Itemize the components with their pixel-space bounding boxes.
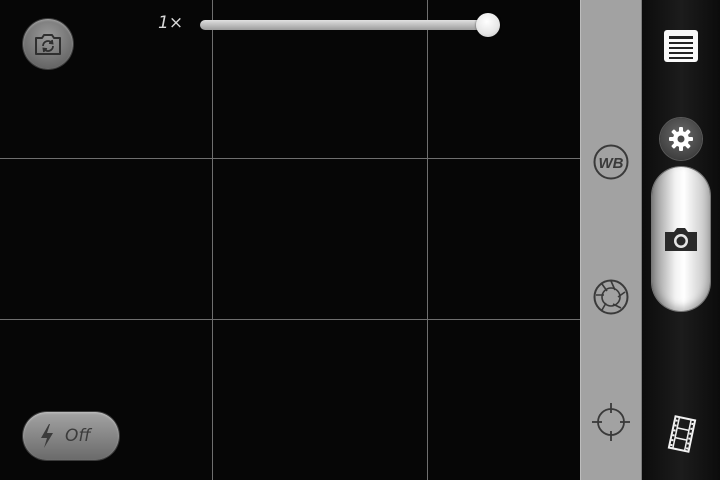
camera-viewfinder[interactable]: 1× Off [0, 0, 580, 480]
zoom-slider-thumb[interactable] [476, 13, 500, 37]
film-strip-icon [667, 415, 697, 453]
white-balance-icon: WB [593, 144, 629, 180]
gear-icon [669, 127, 693, 151]
flip-camera-button[interactable] [23, 19, 73, 69]
grid-line [212, 0, 213, 480]
zoom-slider-track[interactable] [200, 20, 490, 30]
grid-line [0, 319, 642, 320]
lightning-bolt-icon [41, 424, 53, 448]
switch-camera-icon [35, 34, 61, 55]
exposure-button[interactable] [591, 277, 631, 317]
camera-control-bar [642, 0, 720, 480]
zoom-level-label: 1× [158, 13, 184, 33]
camera-options-panel: WB [580, 0, 642, 480]
crosshair-icon [592, 403, 630, 441]
focus-button[interactable] [591, 402, 631, 442]
flash-state-label: Off [65, 426, 91, 446]
menu-list-icon [669, 36, 693, 59]
video-mode-button[interactable] [666, 414, 698, 454]
flash-toggle-button[interactable]: Off [23, 412, 119, 460]
camera-icon [665, 228, 697, 251]
settings-button[interactable] [660, 118, 702, 160]
aperture-icon [593, 279, 629, 315]
shutter-button[interactable] [652, 167, 710, 311]
white-balance-button[interactable]: WB [591, 142, 631, 182]
grid-line [427, 0, 428, 480]
menu-button[interactable] [664, 30, 698, 62]
white-balance-label: WB [599, 155, 624, 172]
grid-line [0, 158, 642, 159]
